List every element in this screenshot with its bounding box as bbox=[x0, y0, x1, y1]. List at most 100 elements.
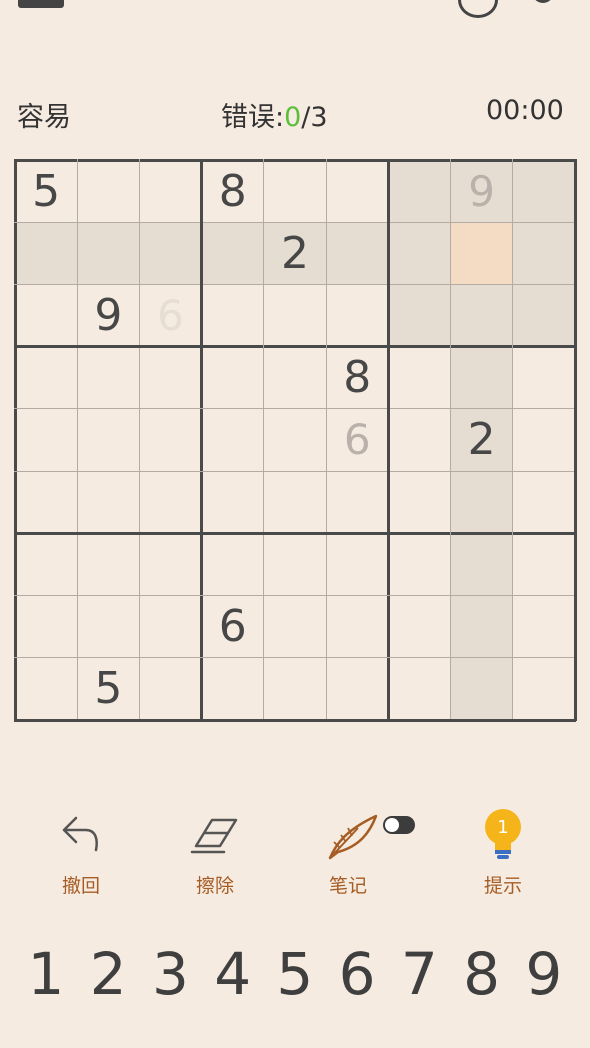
sudoku-cell[interactable] bbox=[77, 222, 140, 285]
sudoku-cell[interactable]: 8 bbox=[201, 160, 264, 223]
sudoku-cell[interactable] bbox=[201, 471, 264, 534]
sudoku-cell[interactable] bbox=[512, 408, 575, 472]
sudoku-cell[interactable] bbox=[77, 533, 140, 596]
sudoku-cell[interactable] bbox=[388, 160, 451, 223]
sudoku-cell[interactable]: 5 bbox=[15, 160, 78, 223]
undo-button[interactable]: 撤回 bbox=[31, 808, 131, 898]
sudoku-cell[interactable] bbox=[512, 471, 575, 534]
sudoku-cell[interactable] bbox=[326, 595, 389, 658]
sudoku-cell[interactable] bbox=[15, 222, 78, 285]
sudoku-cell[interactable] bbox=[139, 471, 202, 534]
sudoku-cell[interactable] bbox=[388, 471, 451, 534]
sudoku-cell[interactable] bbox=[450, 222, 513, 285]
sudoku-cell[interactable] bbox=[450, 284, 513, 347]
sudoku-cell[interactable] bbox=[15, 657, 78, 720]
grid-line bbox=[138, 159, 140, 721]
timer: 00:00 bbox=[486, 95, 564, 126]
number-button[interactable]: 9 bbox=[513, 934, 575, 1014]
sudoku-cell[interactable] bbox=[263, 408, 327, 472]
sudoku-cell[interactable] bbox=[201, 657, 264, 720]
sudoku-cell[interactable] bbox=[201, 408, 264, 472]
sudoku-cell[interactable] bbox=[139, 160, 202, 223]
sudoku-cell[interactable] bbox=[77, 160, 140, 223]
sudoku-cell[interactable] bbox=[77, 408, 140, 472]
hint-button[interactable]: 1 提示 bbox=[453, 808, 553, 898]
sudoku-cell[interactable] bbox=[15, 346, 78, 409]
number-button[interactable]: 8 bbox=[451, 934, 513, 1014]
sudoku-cell[interactable] bbox=[15, 471, 78, 534]
sudoku-cell[interactable] bbox=[450, 657, 513, 720]
sudoku-cell[interactable] bbox=[77, 595, 140, 658]
sudoku-cell[interactable] bbox=[77, 471, 140, 534]
sudoku-cell[interactable]: 9 bbox=[450, 160, 513, 223]
sudoku-cell[interactable] bbox=[388, 346, 451, 409]
sudoku-cell[interactable] bbox=[139, 346, 202, 409]
sudoku-cell[interactable]: 6 bbox=[201, 595, 264, 658]
sudoku-cell[interactable] bbox=[512, 533, 575, 596]
sudoku-cell[interactable] bbox=[263, 595, 327, 658]
sudoku-cell[interactable] bbox=[201, 222, 264, 285]
sudoku-cell[interactable] bbox=[326, 471, 389, 534]
sudoku-cell[interactable] bbox=[139, 595, 202, 658]
sudoku-cell[interactable] bbox=[201, 533, 264, 596]
sudoku-cell[interactable] bbox=[139, 657, 202, 720]
sudoku-cell[interactable] bbox=[263, 160, 327, 223]
sudoku-cell[interactable] bbox=[139, 408, 202, 472]
sudoku-cell[interactable]: 9 bbox=[77, 284, 140, 347]
sudoku-cell[interactable] bbox=[450, 471, 513, 534]
sudoku-cell[interactable]: 5 bbox=[77, 657, 140, 720]
sudoku-cell[interactable] bbox=[263, 533, 327, 596]
sudoku-cell[interactable]: 8 bbox=[326, 346, 389, 409]
sudoku-cell[interactable] bbox=[77, 346, 140, 409]
sudoku-cell[interactable] bbox=[388, 595, 451, 658]
sudoku-cell[interactable] bbox=[512, 160, 575, 223]
sudoku-cell[interactable] bbox=[15, 595, 78, 658]
sudoku-cell[interactable] bbox=[326, 160, 389, 223]
sudoku-cell[interactable] bbox=[326, 657, 389, 720]
sudoku-cell[interactable] bbox=[263, 657, 327, 720]
number-button[interactable]: 2 bbox=[77, 934, 139, 1014]
sudoku-cell[interactable]: 2 bbox=[263, 222, 327, 285]
notes-toggle[interactable] bbox=[383, 816, 415, 834]
sudoku-cell[interactable] bbox=[326, 222, 389, 285]
sudoku-cell[interactable] bbox=[388, 657, 451, 720]
number-button[interactable]: 6 bbox=[326, 934, 388, 1014]
sudoku-cell[interactable] bbox=[201, 284, 264, 347]
sudoku-cell[interactable]: 6 bbox=[139, 284, 202, 347]
sudoku-cell[interactable] bbox=[388, 408, 451, 472]
sudoku-cell[interactable] bbox=[388, 284, 451, 347]
sudoku-cell[interactable] bbox=[388, 533, 451, 596]
sudoku-cell[interactable]: 6 bbox=[326, 408, 389, 472]
sudoku-cell[interactable] bbox=[450, 346, 513, 409]
sudoku-cell[interactable] bbox=[139, 533, 202, 596]
sudoku-cell[interactable] bbox=[263, 346, 327, 409]
sudoku-cell[interactable] bbox=[388, 222, 451, 285]
erase-button[interactable]: 擦除 bbox=[165, 808, 265, 898]
sudoku-cell[interactable] bbox=[512, 222, 575, 285]
sudoku-cell[interactable] bbox=[15, 408, 78, 472]
sudoku-cell[interactable] bbox=[263, 471, 327, 534]
sudoku-cell[interactable] bbox=[201, 346, 264, 409]
sudoku-cell[interactable] bbox=[326, 533, 389, 596]
sudoku-cell[interactable] bbox=[512, 346, 575, 409]
sudoku-cell[interactable] bbox=[512, 595, 575, 658]
gear-icon[interactable] bbox=[528, 0, 558, 10]
sudoku-cell[interactable] bbox=[139, 222, 202, 285]
number-button[interactable]: 4 bbox=[202, 934, 264, 1014]
back-icon[interactable] bbox=[18, 0, 64, 8]
number-button[interactable]: 5 bbox=[264, 934, 326, 1014]
theme-icon[interactable] bbox=[458, 0, 498, 18]
sudoku-cell[interactable] bbox=[512, 657, 575, 720]
sudoku-cell[interactable] bbox=[450, 533, 513, 596]
difficulty-label: 容易 bbox=[17, 102, 71, 133]
number-button[interactable]: 1 bbox=[15, 934, 77, 1014]
number-button[interactable]: 7 bbox=[388, 934, 450, 1014]
sudoku-cell[interactable] bbox=[326, 284, 389, 347]
sudoku-cell[interactable] bbox=[263, 284, 327, 347]
sudoku-cell[interactable]: 2 bbox=[450, 408, 513, 472]
sudoku-cell[interactable] bbox=[15, 284, 78, 347]
sudoku-cell[interactable] bbox=[512, 284, 575, 347]
sudoku-cell[interactable] bbox=[15, 533, 78, 596]
number-button[interactable]: 3 bbox=[139, 934, 201, 1014]
sudoku-cell[interactable] bbox=[450, 595, 513, 658]
